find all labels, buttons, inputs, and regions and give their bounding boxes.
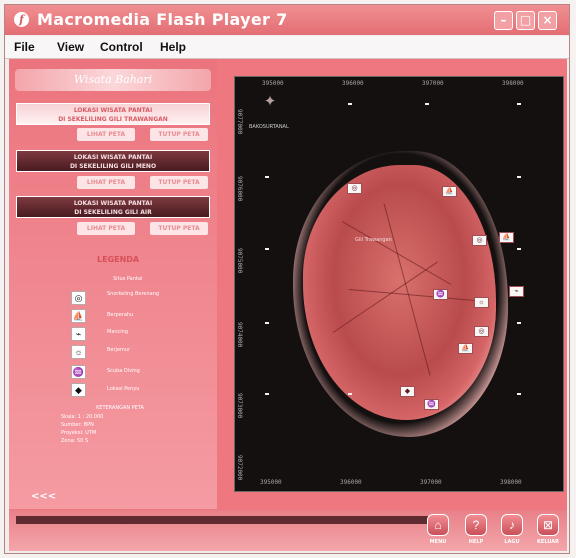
map-logo-text: BAKOSURTANAL	[249, 124, 289, 130]
grid-point	[348, 393, 352, 395]
island-place-label: Gili Trawangan	[355, 237, 392, 243]
title-bar[interactable]: f Macromedia Flash Player 7 – □ ×	[5, 5, 569, 35]
menu-control[interactable]: Control	[100, 40, 143, 54]
map-side-tick-3: 9075000	[236, 248, 243, 274]
map-top-tick-3: 397000	[422, 80, 444, 87]
legend-label-boat: Berperahu	[107, 312, 134, 318]
map-info-line-3: Proyeksi: UTM	[61, 430, 97, 436]
map-side-tick-5: 9073000	[236, 393, 243, 419]
music-button-label: LAGU	[504, 539, 520, 545]
legend-label-turtle: Lokasi Penyu	[107, 386, 140, 392]
grid-point	[425, 103, 429, 105]
map-top-tick-2: 396000	[342, 80, 364, 87]
flash-stage: Wisata Bahari LOKASI WISATA PANTAI DI SE…	[9, 59, 567, 551]
music-icon: ♪	[501, 514, 523, 536]
grid-point	[265, 176, 269, 178]
close-map-air-button[interactable]: TUTUP PETA	[150, 222, 208, 235]
window-title: Macromedia Flash Player 7	[37, 10, 288, 29]
map-view: 395000 396000 397000 398000 9077000 9076…	[234, 76, 564, 492]
help-button[interactable]: ? HELP	[457, 514, 495, 550]
legend-label-fishing: Mancing	[107, 329, 129, 335]
grid-point	[517, 103, 521, 105]
turtle-marker-icon[interactable]: ◆	[400, 386, 415, 397]
diving-marker-icon[interactable]: ♒	[433, 289, 448, 300]
legend-label-diving: Scuba Diving	[107, 368, 140, 374]
map-info-title: KETERANGAN PETA	[96, 405, 144, 411]
snorkel-icon: ◎	[71, 291, 86, 305]
menu-bar: File View Control Help	[5, 36, 569, 59]
map-bottom-tick-4: 398000	[500, 479, 522, 486]
map-top-tick-4: 398000	[502, 80, 524, 87]
legend-label-snorkeling: Snorkeling Berenang	[107, 291, 160, 297]
turtle-icon: ◆	[71, 383, 86, 397]
flash-icon: f	[14, 12, 29, 27]
compass-logo-icon: ✦	[263, 93, 277, 110]
boat-icon: ⛵	[71, 309, 86, 323]
map-bottom-tick-2: 396000	[340, 479, 362, 486]
help-button-label: HELP	[468, 539, 484, 545]
map-side-tick-1: 9077000	[236, 109, 243, 135]
left-panel: Wisata Bahari LOKASI WISATA PANTAI DI SE…	[9, 59, 217, 509]
map-side-tick-6: 9072000	[236, 455, 243, 481]
view-map-trawangan-button[interactable]: LIHAT PETA	[77, 128, 135, 141]
map-bottom-tick-3: 397000	[420, 479, 442, 486]
view-map-meno-button[interactable]: LIHAT PETA	[77, 176, 135, 189]
menu-file[interactable]: File	[14, 40, 35, 54]
close-map-meno-button[interactable]: TUTUP PETA	[150, 176, 208, 189]
panel-header: Wisata Bahari	[15, 69, 211, 91]
grid-point	[517, 393, 521, 395]
grid-point	[265, 322, 269, 324]
grid-point	[348, 103, 352, 105]
progress-strip	[16, 516, 434, 524]
grid-point	[265, 248, 269, 250]
exit-icon: ⊠	[537, 514, 559, 536]
view-map-air-button[interactable]: LIHAT PETA	[77, 222, 135, 235]
sunbathing-marker-icon[interactable]: ☼	[474, 297, 489, 308]
flash-player-window: f Macromedia Flash Player 7 – □ × File V…	[4, 4, 570, 554]
menu-help[interactable]: Help	[160, 40, 186, 54]
legend-subtitle: Situs Pantai	[113, 276, 143, 282]
diving-icon: ♒	[71, 365, 86, 379]
section-title-meno: LOKASI WISATA PANTAI DI SEKELILING GILI …	[16, 150, 210, 172]
minimize-icon[interactable]: –	[494, 11, 513, 30]
section-title-trawangan: LOKASI WISATA PANTAI DI SEKELILING GILI …	[16, 103, 210, 125]
exit-button[interactable]: ⊠ KELUAR	[529, 514, 567, 550]
map-side-tick-2: 9076000	[236, 176, 243, 202]
close-icon[interactable]: ×	[538, 11, 557, 30]
grid-point	[517, 248, 521, 250]
close-map-trawangan-button[interactable]: TUTUP PETA	[150, 128, 208, 141]
exit-button-label: KELUAR	[537, 539, 559, 545]
snorkel-marker-icon[interactable]: ◎	[472, 235, 487, 246]
boat-marker-icon[interactable]: ⛵	[458, 343, 473, 354]
home-icon: ⌂	[427, 514, 449, 536]
menu-button-label: MENU	[429, 539, 447, 545]
snorkel-marker-icon[interactable]: ◎	[474, 326, 489, 337]
map-bottom-tick-1: 395000	[260, 479, 282, 486]
sunbathing-icon: ☼	[71, 345, 86, 359]
grid-point	[265, 393, 269, 395]
grid-point	[517, 322, 521, 324]
fishing-marker-icon[interactable]: ⌁	[509, 286, 524, 297]
map-side-tick-4: 9074000	[236, 322, 243, 348]
section-title-air: LOKASI WISATA PANTAI DI SEKELILING GILI …	[16, 196, 210, 218]
map-info-line-2: Sumber: BPN	[61, 422, 94, 428]
grid-point	[517, 176, 521, 178]
boat-marker-icon[interactable]: ⛵	[499, 232, 514, 243]
back-button[interactable]: <<<	[31, 491, 56, 502]
diving-marker-icon[interactable]: ♒	[424, 399, 439, 410]
map-top-tick-1: 395000	[262, 80, 284, 87]
legend-title: LEGENDA	[97, 255, 140, 264]
maximize-icon[interactable]: □	[516, 11, 535, 30]
menu-view[interactable]: View	[57, 40, 84, 54]
snorkel-marker-icon[interactable]: ◎	[347, 183, 362, 194]
map-info-line-4: Zona: 50 S	[61, 438, 89, 444]
boat-marker-icon[interactable]: ⛵	[442, 186, 457, 197]
music-button[interactable]: ♪ LAGU	[493, 514, 531, 550]
legend-label-sunbathing: Berjemur	[107, 347, 131, 353]
map-info-line-1: Skala: 1 : 20.000	[61, 414, 104, 420]
menu-button[interactable]: ⌂ MENU	[419, 514, 457, 550]
fishing-icon: ⌁	[71, 327, 86, 341]
help-icon: ?	[465, 514, 487, 536]
